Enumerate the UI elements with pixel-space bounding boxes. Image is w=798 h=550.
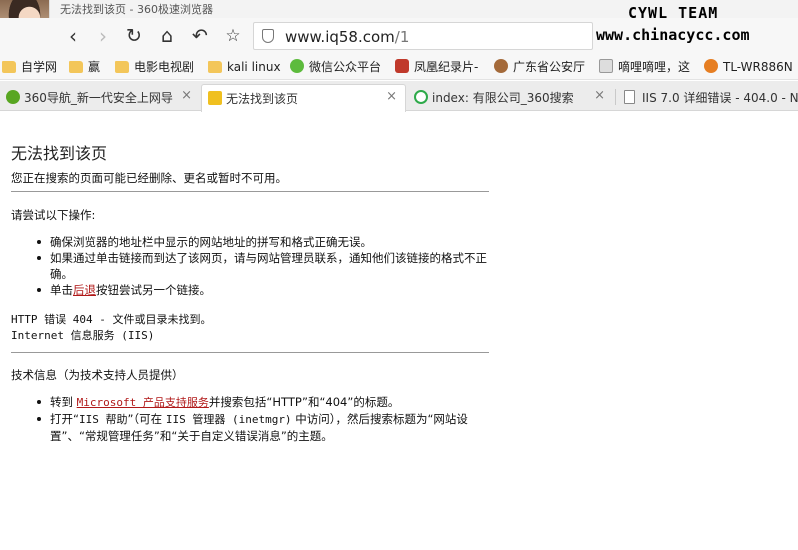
warning-icon bbox=[208, 91, 222, 105]
divider bbox=[11, 191, 489, 192]
try-list: 确保浏览器的地址栏中显示的网站地址的拼写和格式正确无误。 如果通过单击链接而到达… bbox=[37, 234, 489, 298]
folder-icon bbox=[208, 61, 222, 73]
undo-icon: ↶ bbox=[192, 25, 208, 47]
home-icon: ⌂ bbox=[160, 25, 174, 47]
error-code-line: HTTP 错误 404 - 文件或目录未找到。 bbox=[11, 313, 212, 326]
folder-icon bbox=[69, 61, 83, 73]
bookmark-label: 电影电视剧 bbox=[134, 60, 195, 74]
tab-360-nav[interactable]: 360导航_新一代安全上网导 × bbox=[0, 84, 200, 111]
list-text: 转到 bbox=[50, 395, 77, 409]
tab-not-found[interactable]: 无法找到该页 × bbox=[201, 84, 406, 112]
home-button[interactable]: ⌂ bbox=[155, 24, 179, 48]
list-text: 按钮尝试另一个链接。 bbox=[96, 283, 211, 297]
search-icon bbox=[414, 90, 428, 104]
back-icon: ‹ bbox=[69, 24, 77, 48]
close-icon[interactable]: × bbox=[386, 89, 397, 104]
folder-icon bbox=[2, 61, 16, 73]
tab-360-search[interactable]: index: 有限公司_360搜索 × bbox=[408, 84, 613, 111]
back-button[interactable]: ‹ bbox=[61, 24, 85, 48]
bookmark-label: kali linux bbox=[227, 60, 281, 74]
tech-label: 技术信息（为技术支持人员提供） bbox=[11, 368, 184, 382]
list-text: IIS 管理器 (inetmgr) bbox=[165, 413, 292, 426]
bookmark-label: 广东省公安厅 bbox=[513, 60, 586, 74]
window-title: 无法找到该页 - 360极速浏览器 bbox=[60, 3, 213, 16]
page-subtitle: 您正在搜索的页面可能已经删除、更名或暂时不可用。 bbox=[11, 171, 287, 185]
bookmark-label: 微信公众平台 bbox=[309, 60, 382, 74]
list-item: 确保浏览器的地址栏中显示的网站地址的拼写和格式正确无误。 bbox=[37, 234, 489, 250]
list-text: ”（可在 bbox=[127, 412, 166, 426]
list-item: 转到 Microsoft 产品支持服务并搜索包括“HTTP”和“404”的标题。 bbox=[37, 394, 489, 411]
list-text: IIS 帮助 bbox=[78, 413, 128, 426]
watermark-site: www.chinacycc.com bbox=[596, 26, 750, 44]
bookmark-item[interactable]: kali linux bbox=[208, 59, 281, 75]
ms-support-link[interactable]: Microsoft 产品支持服务 bbox=[77, 396, 209, 409]
face-icon bbox=[599, 59, 613, 73]
bookmark-item[interactable]: 微信公众平台 bbox=[290, 59, 381, 75]
reload-button[interactable]: ↻ bbox=[122, 24, 146, 48]
bookmark-item[interactable]: 广东省公安厅 bbox=[494, 59, 585, 75]
tech-list: 转到 Microsoft 产品支持服务并搜索包括“HTTP”和“404”的标题。… bbox=[37, 394, 489, 444]
bookmark-label: TL-WR886N bbox=[723, 60, 793, 74]
url-text[interactable]: www.iq58.com/1 bbox=[285, 28, 409, 46]
close-icon[interactable]: × bbox=[181, 88, 192, 103]
url-path: /1 bbox=[394, 28, 410, 46]
bookmark-label: 凤凰纪录片- bbox=[414, 60, 479, 74]
back-link[interactable]: 后退 bbox=[73, 283, 96, 297]
tplink-icon bbox=[704, 59, 718, 73]
bookmarks-bar: 自学网 赢 电影电视剧 kali linux 微信公众平台 凤凰纪录片- 广东省… bbox=[0, 54, 798, 80]
bookmark-label: 嘀哩嘀哩，这 bbox=[618, 60, 691, 74]
list-text: 并搜索包括“HTTP”和“404”的标题。 bbox=[208, 395, 400, 409]
shield-icon bbox=[262, 29, 274, 43]
bookmark-label: 自学网 bbox=[21, 60, 58, 74]
bookmark-item[interactable]: 电影电视剧 bbox=[115, 59, 194, 75]
360-icon bbox=[6, 90, 20, 104]
bookmark-label: 赢 bbox=[88, 60, 101, 74]
police-icon bbox=[494, 59, 508, 73]
tab-label: IIS 7.0 详细错误 - 404.0 - N bbox=[642, 91, 798, 105]
bookmark-item[interactable]: 自学网 bbox=[2, 59, 57, 75]
star-icon: ☆ bbox=[225, 26, 241, 46]
tab-label: 360导航_新一代安全上网导 bbox=[24, 91, 173, 105]
list-item: 单击后退按钮尝试另一个链接。 bbox=[37, 282, 489, 298]
page-icon bbox=[624, 90, 635, 104]
list-item: 如果通过单击链接而到达了该网页，请与网站管理员联系，通知他们该链接的格式不正确。 bbox=[37, 250, 489, 282]
bookmark-item[interactable]: TL-WR886N bbox=[704, 59, 793, 75]
list-item: 打开“IIS 帮助”（可在 IIS 管理器 (inetmgr) 中访问），然后搜… bbox=[37, 411, 489, 444]
tab-iis-error[interactable]: IIS 7.0 详细错误 - 404.0 - N bbox=[618, 84, 798, 111]
phoenix-icon bbox=[395, 59, 409, 73]
folder-icon bbox=[115, 61, 129, 73]
bookmark-item[interactable]: 嘀哩嘀哩，这 bbox=[599, 59, 690, 75]
bookmark-item[interactable]: 凤凰纪录片- bbox=[395, 59, 478, 75]
undo-close-tab-button[interactable]: ↶ bbox=[188, 24, 212, 48]
tab-label: index: 有限公司_360搜索 bbox=[432, 91, 574, 105]
wechat-icon bbox=[290, 59, 304, 73]
favorite-button[interactable]: ☆ bbox=[221, 24, 245, 48]
address-bar[interactable]: www.iq58.com/1 bbox=[253, 22, 593, 50]
try-label: 请尝试以下操作: bbox=[11, 208, 96, 222]
forward-button[interactable]: › bbox=[91, 24, 115, 48]
bookmark-item[interactable]: 赢 bbox=[69, 59, 100, 75]
iis-line: Internet 信息服务 (IIS) bbox=[11, 329, 155, 342]
close-icon[interactable]: × bbox=[594, 88, 605, 103]
list-text: 打开“ bbox=[50, 412, 79, 426]
divider bbox=[11, 352, 489, 353]
url-host: www.iq58.com bbox=[285, 28, 395, 46]
forward-icon: › bbox=[99, 24, 107, 48]
tab-separator bbox=[615, 89, 616, 105]
tab-label: 无法找到该页 bbox=[226, 92, 299, 106]
list-text: 单击 bbox=[50, 283, 73, 297]
page-title: 无法找到该页 bbox=[11, 144, 108, 163]
reload-icon: ↻ bbox=[126, 25, 142, 47]
tab-strip: 360导航_新一代安全上网导 × 无法找到该页 × index: 有限公司_36… bbox=[0, 81, 798, 112]
